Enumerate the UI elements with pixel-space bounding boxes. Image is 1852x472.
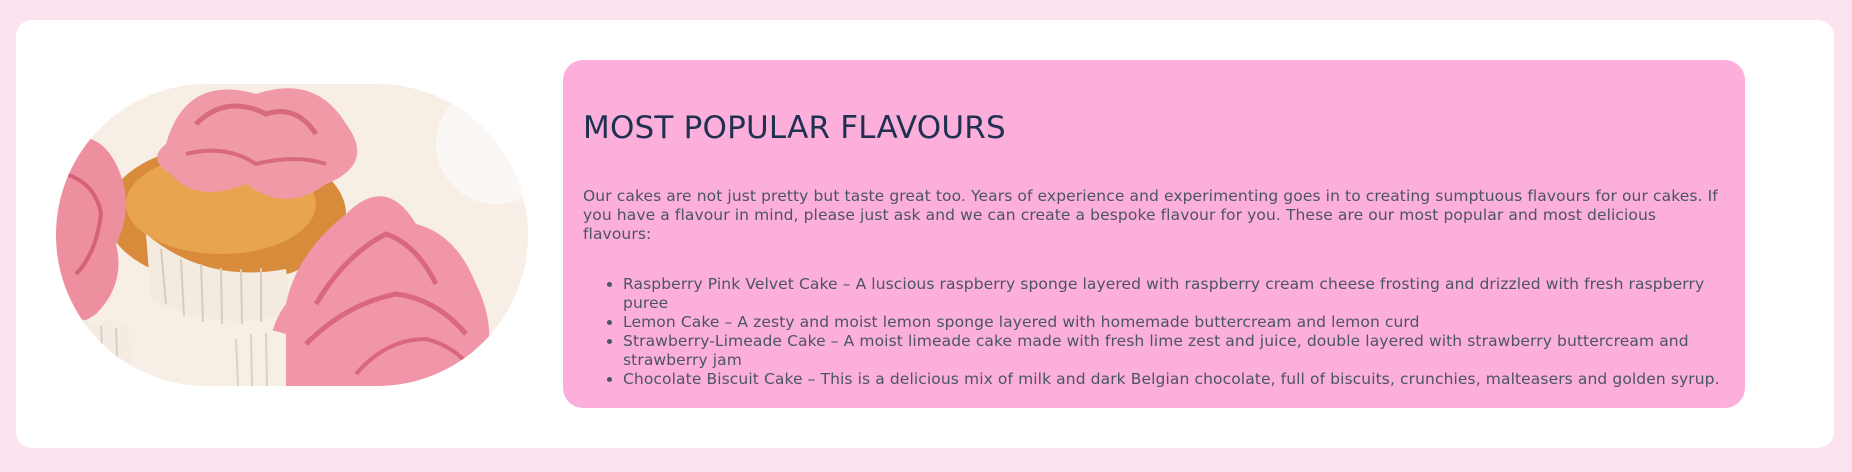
section-intro: Our cakes are not just pretty but taste … [583, 187, 1718, 243]
cupcakes-image [56, 84, 528, 386]
flavours-panel: MOST POPULAR FLAVOURS Our cakes are not … [563, 60, 1745, 408]
section-title: MOST POPULAR FLAVOURS [583, 110, 1006, 146]
list-item: Lemon Cake – A zesty and moist lemon spo… [623, 313, 1725, 332]
cupcakes-illustration [56, 84, 528, 386]
list-item: Strawberry-Limeade Cake – A moist limead… [623, 332, 1725, 370]
content-card: MOST POPULAR FLAVOURS Our cakes are not … [16, 20, 1834, 448]
list-item: Chocolate Biscuit Cake – This is a delic… [623, 370, 1725, 389]
flavours-list: Raspberry Pink Velvet Cake – A luscious … [583, 275, 1725, 389]
list-item: Raspberry Pink Velvet Cake – A luscious … [623, 275, 1725, 313]
